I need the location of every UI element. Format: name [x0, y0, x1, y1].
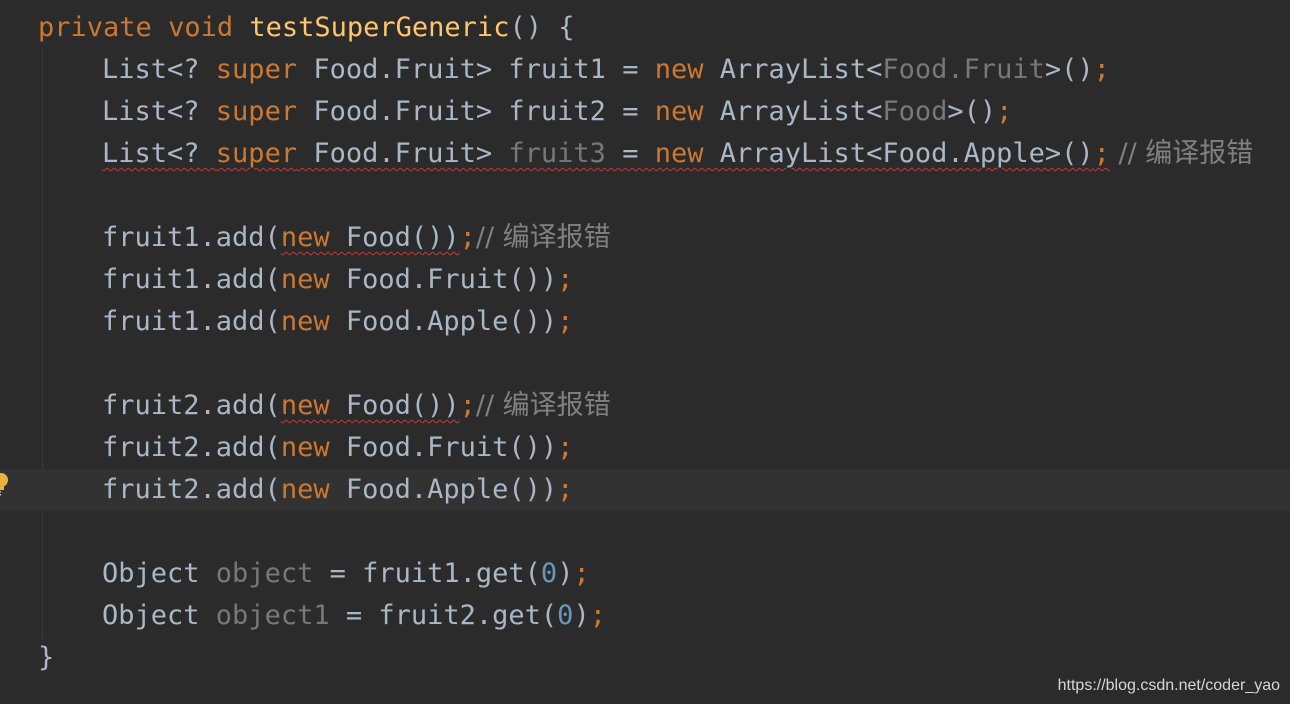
method-name: testSuperGeneric: [249, 12, 510, 43]
code-line-decl-fruit3-error[interactable]: List<? super Food.Fruit> fruit3 = new Ar…: [0, 133, 1290, 175]
code-editor[interactable]: private void testSuperGeneric() { List<?…: [0, 0, 1290, 704]
code-line-fruit2-add-food-error[interactable]: fruit2.add(new Food());// 编译报错: [0, 385, 1290, 427]
semicolon: ;: [996, 96, 1013, 127]
keyword-super: super: [215, 96, 298, 127]
type-text: Object: [102, 600, 216, 631]
code-line-method-declaration[interactable]: private void testSuperGeneric() {: [0, 7, 1290, 49]
type-text: List<?: [102, 96, 216, 127]
code-line-fruit1-add-food-error[interactable]: fruit1.add(new Food());// 编译报错: [0, 217, 1290, 259]
type-text: Food.Fruit>: [297, 96, 509, 127]
semicolon: ;: [589, 600, 606, 631]
method-signature-suffix: () {: [509, 12, 575, 43]
keyword-super: super: [215, 54, 298, 85]
code-line-closing-brace[interactable]: }: [0, 637, 1290, 679]
method-call: fruit1.add(: [102, 264, 281, 295]
method-call: fruit1.add(: [102, 306, 281, 337]
constructor-text: ArrayList<: [703, 54, 883, 85]
redundant-type-argument: Food.Fruit: [882, 54, 1045, 85]
error-expression: new Food()): [281, 222, 460, 253]
argument-text: Food()): [329, 390, 460, 421]
method-call: = fruit1.get(: [313, 558, 541, 589]
keyword-new: new: [280, 222, 330, 253]
lightbulb-icon[interactable]: [0, 471, 12, 499]
method-call: fruit1.add(: [102, 222, 281, 253]
method-call: fruit2.add(: [102, 432, 281, 463]
semicolon: ;: [573, 558, 590, 589]
constructor-text: ArrayList<: [703, 96, 883, 127]
closing-brace: }: [38, 642, 55, 673]
operator-text: =: [605, 138, 655, 169]
keyword-new: new: [280, 432, 330, 463]
type-text: Object: [102, 558, 216, 589]
keyword-new: new: [654, 54, 704, 85]
method-call: = fruit2.get(: [329, 600, 558, 631]
type-text: List<?: [102, 54, 216, 85]
keyword-super: super: [215, 138, 298, 169]
semicolon: ;: [1093, 54, 1110, 85]
argument-text: Food.Apple()): [329, 474, 558, 505]
code-line-fruit1-add-apple[interactable]: fruit1.add(new Food.Apple());: [0, 301, 1290, 343]
argument-text: Food.Fruit()): [329, 432, 558, 463]
code-comment: // 编译报错: [475, 222, 611, 253]
code-line-decl-fruit1[interactable]: List<? super Food.Fruit> fruit1 = new Ar…: [0, 49, 1290, 91]
code-line-fruit2-add-apple-current[interactable]: fruit2.add(new Food.Apple());: [0, 469, 1290, 511]
code-line-fruit2-add-fruit[interactable]: fruit2.add(new Food.Fruit());: [0, 427, 1290, 469]
code-line-object1-get[interactable]: Object object1 = fruit2.get(0);: [0, 595, 1290, 637]
semicolon: ;: [459, 222, 476, 253]
semicolon: ;: [557, 432, 574, 463]
type-text: Food.Fruit>: [297, 138, 509, 169]
argument-text: Food()): [329, 222, 460, 253]
error-expression: new Food()): [281, 390, 460, 421]
keyword-new: new: [654, 138, 704, 169]
keyword-new: new: [280, 474, 330, 505]
unused-variable-name: object: [215, 558, 314, 589]
keyword-new: new: [654, 96, 704, 127]
code-line-fruit1-add-fruit[interactable]: fruit1.add(new Food.Fruit());: [0, 259, 1290, 301]
constructor-close: >(): [947, 96, 997, 127]
type-text: Food.Fruit>: [297, 54, 509, 85]
semicolon: ;: [557, 264, 574, 295]
operator-text: =: [605, 54, 655, 85]
unused-variable-name: object1: [215, 600, 330, 631]
paren-close: ): [573, 600, 590, 631]
keyword-private: private: [38, 12, 152, 43]
redundant-type-argument: Food: [882, 96, 948, 127]
semicolon: ;: [1093, 138, 1110, 169]
variable-name: fruit1: [508, 54, 606, 85]
semicolon: ;: [557, 474, 574, 505]
method-call: fruit2.add(: [102, 390, 281, 421]
keyword-new: new: [280, 306, 330, 337]
code-line-object-get[interactable]: Object object = fruit1.get(0);: [0, 553, 1290, 595]
keyword-new: new: [280, 390, 330, 421]
error-expression: List<? super Food.Fruit> fruit3 = new Ar…: [102, 138, 1110, 169]
watermark: https://blog.csdn.net/coder_yao: [1057, 677, 1280, 694]
number-literal: 0: [557, 600, 574, 631]
keyword-new: new: [280, 264, 330, 295]
paren-close: ): [557, 558, 574, 589]
argument-text: Food.Fruit()): [329, 264, 558, 295]
code-comment: // 编译报错: [1109, 138, 1254, 169]
constructor-close: >(): [1044, 54, 1094, 85]
number-literal: 0: [540, 558, 558, 589]
constructor-text: ArrayList<Food.Apple>(): [703, 138, 1094, 169]
operator-text: =: [605, 96, 655, 127]
semicolon: ;: [459, 390, 476, 421]
code-comment: // 编译报错: [475, 390, 611, 421]
argument-text: Food.Apple()): [329, 306, 558, 337]
semicolon: ;: [557, 306, 574, 337]
method-call: fruit2.add(: [102, 474, 281, 505]
unused-variable-name: fruit3: [508, 138, 606, 169]
variable-name: fruit2: [508, 96, 606, 127]
keyword-void: void: [168, 12, 234, 43]
type-text: List<?: [102, 138, 216, 169]
code-line-decl-fruit2[interactable]: List<? super Food.Fruit> fruit2 = new Ar…: [0, 91, 1290, 133]
